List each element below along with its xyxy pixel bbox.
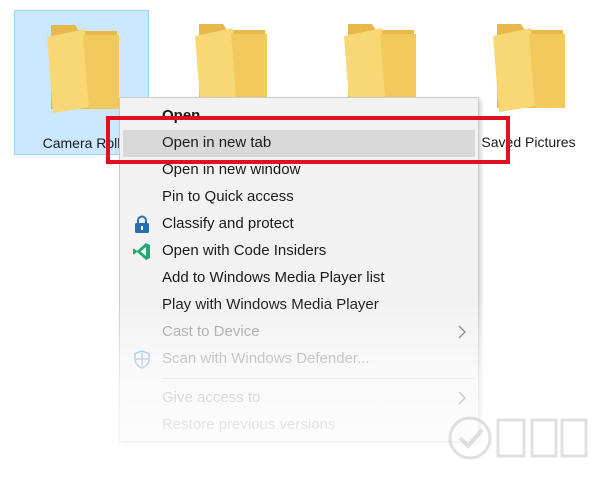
menu-item-label: Restore previous versions: [162, 416, 336, 433]
menu-item-label: Open in new tab: [162, 134, 272, 151]
defender-shield-icon: [134, 350, 150, 369]
menu-item-label: Scan with Windows Defender...: [162, 350, 370, 367]
menu-item-label: Cast to Device: [162, 323, 260, 340]
menu-item-give-access-to[interactable]: Give access to: [120, 385, 478, 412]
folder-saved-pictures[interactable]: Saved Pictures: [461, 10, 596, 155]
menu-item-add-to-wmp-list[interactable]: Add to Windows Media Player list: [120, 265, 478, 292]
menu-item-label: Add to Windows Media Player list: [162, 269, 385, 286]
chevron-right-icon: [458, 325, 466, 339]
menu-separator: [162, 378, 474, 379]
folder-icon: [47, 25, 119, 113]
menu-item-label: Pin to Quick access: [162, 188, 294, 205]
menu-item-label: Give access to: [162, 389, 261, 406]
menu-item-label: Play with Windows Media Player: [162, 296, 379, 313]
menu-item-open-in-new-tab[interactable]: Open in new tab: [123, 130, 475, 157]
menu-item-scan-with-defender[interactable]: Scan with Windows Defender...: [120, 346, 478, 373]
menu-item-label: Open with Code Insiders: [162, 242, 327, 259]
menu-item-pin-to-quick-access[interactable]: Pin to Quick access: [120, 184, 478, 211]
code-insiders-icon: [133, 243, 150, 260]
chevron-right-icon: [458, 391, 466, 405]
menu-item-classify-and-protect[interactable]: Classify and protect: [120, 211, 478, 238]
menu-item-label: Classify and protect: [162, 215, 294, 232]
menu-item-open-with-code-insiders[interactable]: Open with Code Insiders: [120, 238, 478, 265]
folder-label: Saved Pictures: [481, 134, 576, 150]
menu-item-play-with-wmp[interactable]: Play with Windows Media Player: [120, 292, 478, 319]
menu-item-cast-to-device[interactable]: Cast to Device: [120, 319, 478, 346]
menu-item-label: Open in new window: [162, 161, 301, 178]
menu-item-label: Open: [162, 107, 201, 124]
menu-item-restore-previous-versions[interactable]: Restore previous versions: [120, 412, 478, 439]
folder-icon: [493, 24, 565, 112]
lock-icon: [135, 215, 149, 233]
watermark-logo: [448, 416, 588, 460]
context-menu: Open Open in new tab Open in new window …: [119, 97, 479, 442]
menu-item-open[interactable]: Open: [120, 103, 478, 130]
menu-item-open-in-new-window[interactable]: Open in new window: [120, 157, 478, 184]
